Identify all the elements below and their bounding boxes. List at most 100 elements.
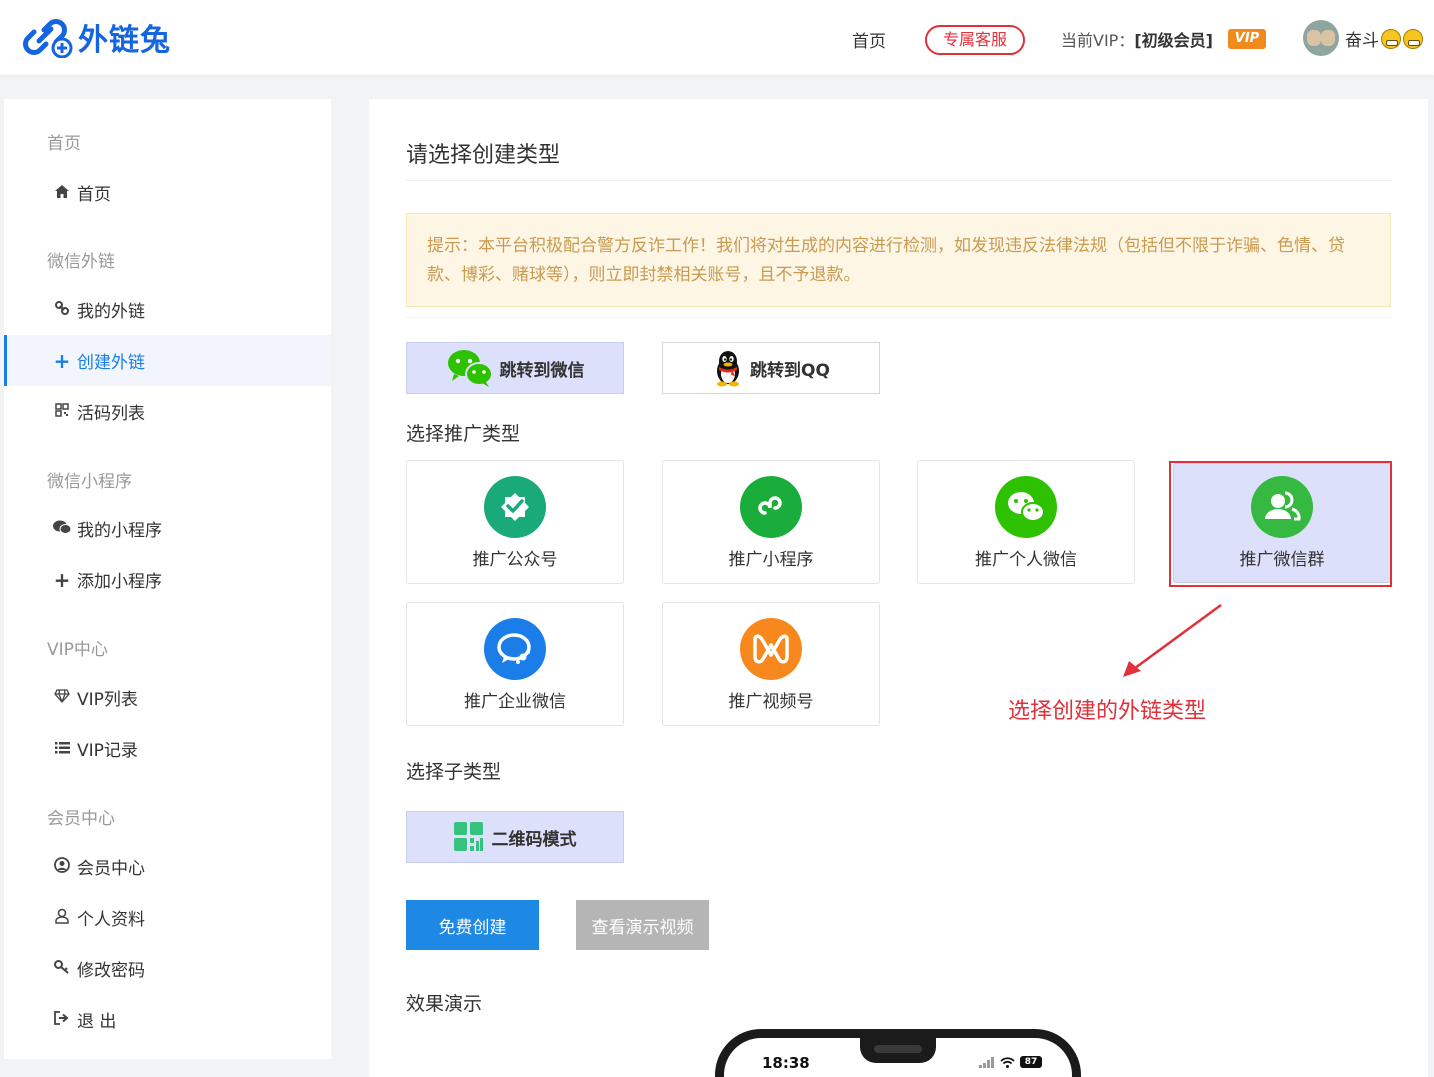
channels-icon: [740, 618, 802, 680]
home-icon: [51, 184, 73, 202]
promo-card-label: 推广视频号: [728, 692, 814, 712]
annotation-arrow: [1123, 603, 1222, 677]
promo-card-personal-wechat[interactable]: 推广个人微信: [917, 460, 1135, 584]
sidebar: 首页 首页 微信外链 我的外链 + 创建外链 活码列表 微信小程序 我的小程序 +…: [4, 99, 331, 1059]
nav-service-button[interactable]: 专属客服: [925, 25, 1025, 55]
link-logo-icon: [23, 19, 73, 58]
sidebar-group-title: 微信外链: [47, 252, 115, 272]
sidebar-group-title: VIP中心: [47, 640, 108, 660]
sidebar-group-title: 会员中心: [47, 809, 115, 829]
avatar-figure: [1321, 30, 1335, 46]
promo-card-label: 推广微信群: [1239, 550, 1325, 570]
phone-time: 18:38: [762, 1054, 810, 1072]
promo-type-label: 选择推广类型: [406, 423, 521, 445]
promo-card-label: 推广企业微信: [464, 692, 566, 712]
jump-qq-button[interactable]: 跳转到QQ: [662, 342, 880, 394]
sidebar-item-profile[interactable]: 个人资料: [4, 892, 331, 943]
sidebar-item-label: 会员中心: [77, 859, 145, 879]
promo-card-label: 推广小程序: [728, 550, 814, 570]
signout-icon: [51, 1010, 73, 1029]
avatar-figure: [1307, 30, 1321, 46]
phone-status-bar: 87: [979, 1056, 1042, 1068]
sidebar-group-title: 首页: [47, 134, 81, 154]
plus-icon: +: [53, 567, 71, 592]
wifi-icon: [1000, 1056, 1015, 1068]
username-text: 奋斗: [1345, 31, 1379, 51]
qrcode-icon: [51, 402, 73, 421]
jump-wechat-button[interactable]: 跳转到微信: [406, 342, 624, 394]
sidebar-item-change-password[interactable]: 修改密码: [4, 943, 331, 994]
user-circle-icon: [51, 856, 73, 877]
work-wechat-icon: [484, 618, 546, 680]
warning-notice: 提示：本平台积极配合警方反诈工作！我们将对生成的内容进行检测，如发现违反法律法规…: [406, 213, 1391, 307]
promo-card-miniprogram[interactable]: 推广小程序: [662, 460, 880, 584]
create-free-button[interactable]: 免费创建: [406, 900, 539, 950]
sidebar-item-home[interactable]: 首页: [4, 167, 331, 218]
promo-card-label: 推广公众号: [472, 550, 558, 570]
promo-card-official-account[interactable]: 推广公众号: [406, 460, 624, 584]
promo-card-work-wechat[interactable]: 推广企业微信: [406, 602, 624, 726]
sidebar-item-label: 我的外链: [77, 302, 145, 322]
promo-card-channels[interactable]: 推广视频号: [662, 602, 880, 726]
sidebar-item-label: 活码列表: [77, 404, 145, 424]
key-icon: [51, 959, 73, 978]
phone-preview: 18:38 87: [715, 1029, 1081, 1077]
wechat-icon: [447, 350, 493, 387]
promo-card-wechat-group[interactable]: 推广微信群: [1173, 463, 1391, 583]
qrcode-mode-icon: [453, 822, 483, 851]
vip-label: 当前VIP：: [1061, 31, 1135, 50]
logo[interactable]: 外链兔: [22, 14, 171, 60]
jump-qq-label: 跳转到QQ: [750, 360, 830, 381]
sidebar-item-member-center[interactable]: 会员中心: [4, 841, 331, 892]
qq-penguin-icon: [717, 351, 740, 387]
sidebar-item-my-miniprogram[interactable]: 我的小程序: [4, 503, 331, 554]
diamond-icon: [51, 688, 73, 707]
divider: [406, 317, 1391, 318]
promo-card-label: 推广个人微信: [975, 550, 1077, 570]
sidebar-item-label: 修改密码: [77, 961, 145, 981]
subtype-qrcode-label: 二维码模式: [491, 829, 577, 850]
divider: [406, 180, 1391, 181]
miniprogram-icon: [740, 476, 802, 538]
subtype-label: 选择子类型: [406, 761, 502, 783]
page-title: 请选择创建类型: [406, 143, 561, 168]
official-account-icon: [484, 476, 546, 538]
grin-emoji-icon: [1381, 29, 1401, 49]
plus-icon: +: [53, 348, 71, 373]
avatar[interactable]: [1303, 20, 1339, 56]
link-icon: [51, 300, 73, 319]
sidebar-item-logout[interactable]: 退 出: [4, 994, 331, 1045]
top-header: 外链兔 首页 专属客服 当前VIP：[初级会员] VIP 奋斗: [0, 0, 1434, 75]
sidebar-item-vip-records[interactable]: VIP记录: [4, 723, 331, 774]
wechat-icon: [51, 520, 73, 538]
nav-home-link[interactable]: 首页: [852, 27, 886, 52]
sidebar-item-label: 添加小程序: [77, 572, 162, 592]
grin-emoji-icon: [1403, 29, 1423, 49]
phone-notch: [860, 1037, 936, 1063]
view-demo-video-button[interactable]: 查看演示视频: [576, 900, 709, 950]
logo-text: 外链兔: [78, 23, 171, 58]
main-panel: 请选择创建类型 提示：本平台积极配合警方反诈工作！我们将对生成的内容进行检测，如…: [369, 99, 1428, 1077]
subtype-qrcode-button[interactable]: 二维码模式: [406, 811, 624, 863]
username[interactable]: 奋斗: [1345, 26, 1423, 51]
sidebar-item-label: 创建外链: [77, 353, 145, 373]
sidebar-item-label: 首页: [77, 185, 111, 205]
sidebar-item-qrcode-list[interactable]: 活码列表: [4, 386, 331, 437]
sidebar-item-add-miniprogram[interactable]: + 添加小程序: [4, 554, 331, 605]
vip-level: [初级会员]: [1134, 31, 1213, 50]
user-icon: [51, 908, 73, 928]
signal-icon: [979, 1056, 994, 1068]
sidebar-item-my-links[interactable]: 我的外链: [4, 284, 331, 335]
sidebar-item-label: 退 出: [77, 1012, 117, 1032]
effect-demo-label: 效果演示: [406, 993, 483, 1015]
sidebar-item-vip-list[interactable]: VIP列表: [4, 672, 331, 723]
sidebar-item-label: VIP记录: [77, 741, 138, 761]
sidebar-group-title: 微信小程序: [47, 472, 132, 492]
wechat-group-icon: [1251, 476, 1313, 538]
sidebar-item-create-link[interactable]: + 创建外链: [4, 335, 331, 386]
sidebar-item-label: 个人资料: [77, 910, 145, 930]
sidebar-item-label: VIP列表: [77, 690, 138, 710]
vip-badge: VIP: [1228, 29, 1266, 49]
battery-indicator: 87: [1020, 1056, 1042, 1068]
jump-wechat-label: 跳转到微信: [499, 360, 585, 381]
